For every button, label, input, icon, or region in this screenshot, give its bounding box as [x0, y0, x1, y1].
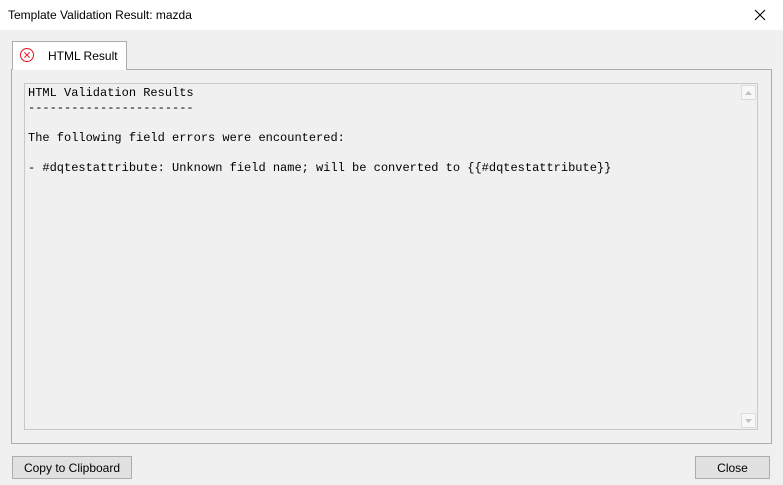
vertical-scrollbar[interactable] — [740, 84, 757, 429]
result-text-area[interactable]: HTML Validation Results ----------------… — [24, 83, 758, 430]
close-button[interactable]: Close — [695, 456, 770, 479]
title-bar: Template Validation Result: mazda — [0, 0, 783, 30]
window-close-button[interactable] — [737, 0, 783, 30]
copy-to-clipboard-button[interactable]: Copy to Clipboard — [12, 456, 132, 479]
error-circle-icon — [20, 48, 34, 62]
tab-html-result[interactable]: HTML Result — [12, 41, 127, 70]
arrow-up-icon — [745, 90, 752, 95]
arrow-down-icon — [745, 418, 752, 423]
window-title: Template Validation Result: mazda — [8, 8, 192, 22]
scroll-up-button[interactable] — [741, 85, 756, 100]
close-icon — [754, 9, 766, 21]
result-text: HTML Validation Results ----------------… — [28, 86, 612, 175]
tab-label: HTML Result — [48, 49, 118, 63]
scroll-down-button[interactable] — [741, 413, 756, 428]
